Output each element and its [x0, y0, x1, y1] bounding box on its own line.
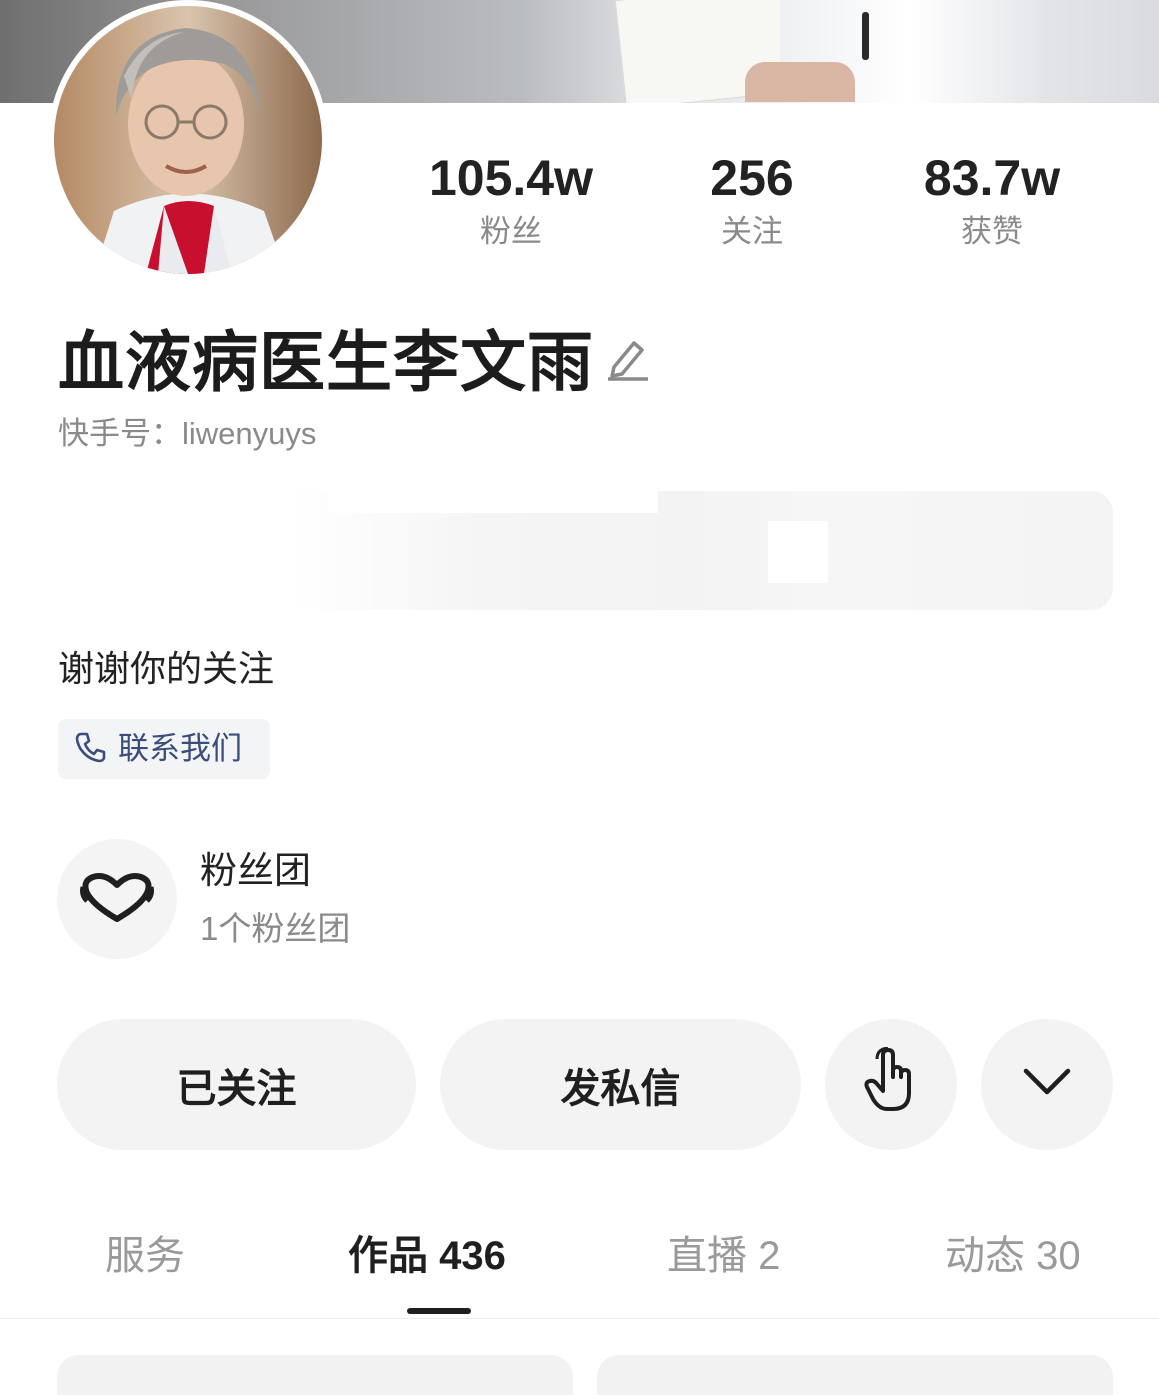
active-tab-indicator — [407, 1308, 471, 1314]
chevron-down-icon — [1023, 1062, 1071, 1107]
heart-icon — [79, 869, 155, 930]
bio-text: 谢谢你的关注 — [58, 648, 275, 689]
fan-club-count: 1个粉丝团 — [200, 910, 351, 947]
tab-moments[interactable]: 动态 30 — [945, 1228, 1081, 1284]
tabs-divider — [0, 1318, 1159, 1319]
stat-label: 获赞 — [961, 214, 1023, 249]
tap-hand-icon — [863, 1046, 919, 1123]
stat-value: 256 — [710, 150, 794, 206]
contact-label: 联系我们 — [118, 731, 242, 766]
tab-works[interactable]: 作品 436 — [348, 1228, 506, 1284]
avatar-portrait — [54, 6, 322, 274]
stat-value: 83.7w — [923, 150, 1061, 206]
stat-label: 关注 — [721, 214, 783, 249]
fan-club-title[interactable]: 粉丝团 — [200, 848, 311, 894]
tab-live[interactable]: 直播 2 — [667, 1228, 780, 1284]
stat-value: 105.4w — [428, 150, 593, 206]
stat-followers[interactable]: 105.4w 粉丝 — [411, 148, 611, 252]
work-thumbnail[interactable] — [57, 1355, 573, 1395]
cover-pen-shape — [862, 12, 869, 60]
work-thumbnail[interactable] — [597, 1355, 1113, 1395]
profile-name: 血液病医生李文雨 — [58, 325, 594, 399]
kuaishou-id: 快手号：liwenyuys — [58, 416, 317, 451]
send-message-label: 发私信 — [560, 1066, 681, 1111]
gesture-button[interactable] — [825, 1019, 957, 1150]
followed-label: 已关注 — [176, 1066, 297, 1111]
tab-service[interactable]: 服务 — [105, 1228, 185, 1284]
stat-likes[interactable]: 83.7w 获赞 — [892, 148, 1092, 252]
fan-club-badge[interactable] — [57, 839, 177, 959]
send-message-button[interactable]: 发私信 — [440, 1019, 801, 1150]
contact-us-button[interactable]: 联系我们 — [58, 719, 270, 779]
edit-icon[interactable] — [604, 335, 650, 386]
avatar[interactable] — [54, 6, 322, 274]
cover-hand-shape — [745, 62, 855, 102]
stat-label: 粉丝 — [480, 214, 542, 249]
more-button[interactable] — [981, 1019, 1113, 1150]
blurred-banner — [58, 491, 1113, 610]
phone-icon — [74, 730, 108, 769]
followed-button[interactable]: 已关注 — [57, 1019, 416, 1150]
stat-following[interactable]: 256 关注 — [652, 148, 852, 252]
